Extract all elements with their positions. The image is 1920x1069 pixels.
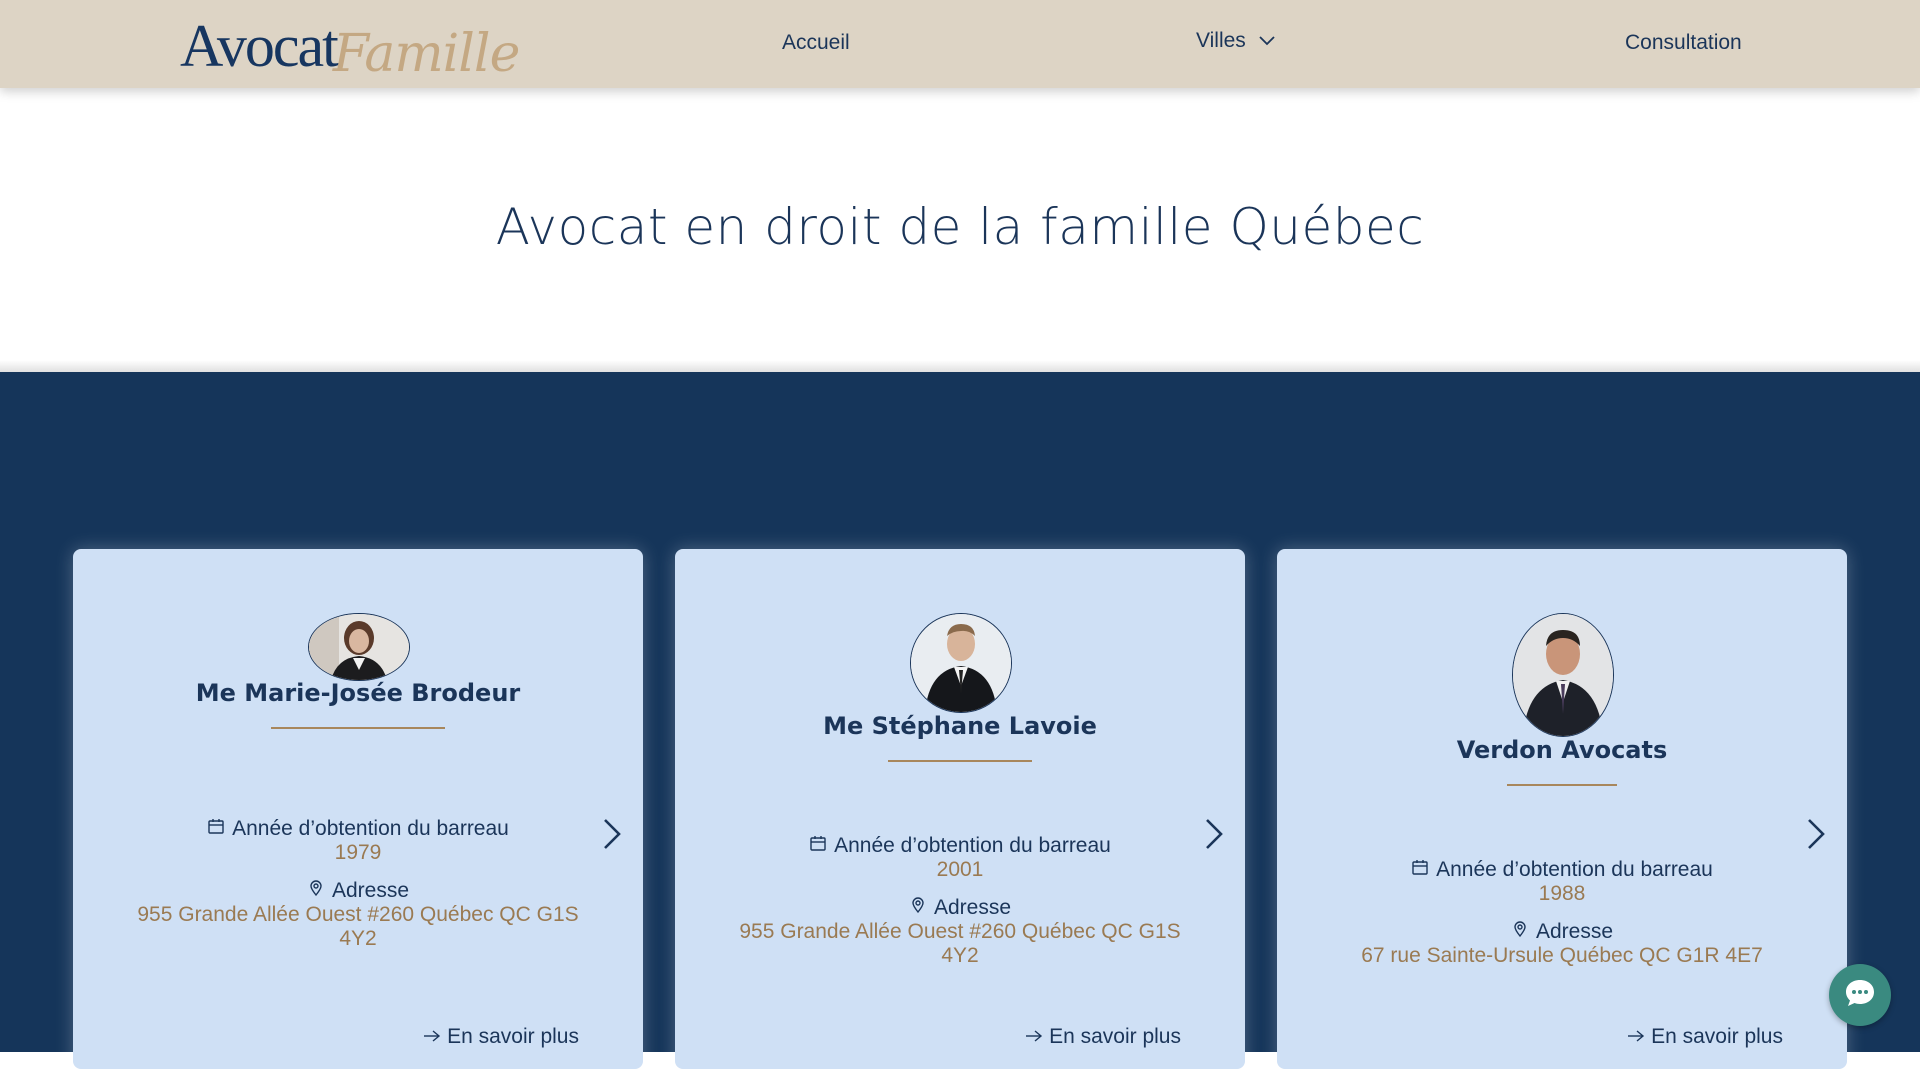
bar-year-value: 2001 (936, 858, 984, 881)
avatar (910, 613, 1012, 713)
location-pin-icon (1511, 920, 1529, 944)
address-label: Adresse (675, 896, 1245, 920)
address-info: Adresse 67 rue Sainte-Ursule Québec QC G… (1277, 920, 1847, 968)
divider (888, 760, 1032, 762)
bar-year-label: Année d’obtention du barreau (675, 834, 1245, 858)
avatar (308, 613, 410, 681)
location-pin-icon (307, 879, 325, 903)
lawyer-card: Verdon Avocats Année d’obtention du barr… (1277, 549, 1847, 1069)
address-line: 67 rue Sainte-Ursule Québec QC G1R 4E7 (1361, 944, 1763, 967)
address-info: Adresse 955 Grande Allée Ouest #260 Québ… (675, 896, 1245, 968)
lawyer-card: Me Marie-Josée Brodeur Année d’obtention… (73, 549, 643, 1069)
address-info: Adresse 955 Grande Allée Ouest #260 Québ… (73, 879, 643, 951)
avatar (1512, 613, 1614, 737)
logo[interactable]: Avocat Famille (180, 8, 521, 84)
bar-year-label: Année d’obtention du barreau (1277, 858, 1847, 882)
nav-cities-dropdown[interactable]: Villes (1196, 29, 1276, 53)
site-header: Avocat Famille Accueil Villes Consultati… (0, 0, 1920, 88)
lawyer-name: Me Stéphane Lavoie (823, 712, 1097, 740)
divider (271, 727, 445, 729)
learn-more-link[interactable]: En savoir plus (423, 1025, 579, 1049)
calendar-icon (809, 834, 827, 858)
arrow-right-icon (1025, 1025, 1043, 1049)
arrow-right-icon (1627, 1025, 1645, 1049)
chat-icon (1842, 975, 1878, 1016)
lawyer-name: Verdon Avocats (1456, 736, 1668, 764)
address-line: 4Y2 (941, 944, 979, 967)
bar-year-value: 1988 (1538, 882, 1586, 905)
lawyer-name: Me Marie-Josée Brodeur (195, 679, 521, 707)
section-shadow (0, 360, 1920, 372)
calendar-icon (1411, 858, 1429, 882)
address-line: 4Y2 (339, 927, 377, 950)
chevron-right-icon[interactable] (601, 817, 623, 851)
address-label: Adresse (73, 879, 643, 903)
learn-more-link[interactable]: En savoir plus (1025, 1025, 1181, 1049)
logo-text-avocat: Avocat (180, 13, 339, 79)
lawyer-card: Me Stéphane Lavoie Année d’obtention du … (675, 549, 1245, 1069)
bar-year-label: Année d’obtention du barreau (73, 817, 643, 841)
address-line: 955 Grande Allée Ouest #260 Québec QC G1… (739, 920, 1181, 943)
bar-year-info: Année d’obtention du barreau 2001 (675, 834, 1245, 882)
arrow-right-icon (423, 1025, 441, 1049)
bar-year-value: 1979 (334, 841, 382, 864)
nav-consultation[interactable]: Consultation (1625, 31, 1742, 55)
logo-text-famille: Famille (332, 24, 521, 84)
chevron-down-icon (1258, 29, 1276, 53)
address-line: 955 Grande Allée Ouest #260 Québec QC G1… (137, 903, 579, 926)
divider (1507, 784, 1617, 786)
bar-year-info: Année d’obtention du barreau 1979 (73, 817, 643, 865)
chevron-right-icon[interactable] (1805, 817, 1827, 851)
calendar-icon (207, 817, 225, 841)
nav-cities-label: Villes (1196, 29, 1246, 52)
nav-home[interactable]: Accueil (782, 31, 850, 55)
learn-more-link[interactable]: En savoir plus (1627, 1025, 1783, 1049)
address-label: Adresse (1277, 920, 1847, 944)
chevron-right-icon[interactable] (1203, 817, 1225, 851)
bar-year-info: Année d’obtention du barreau 1988 (1277, 858, 1847, 906)
chat-button[interactable] (1829, 964, 1891, 1026)
page-title: Avocat en droit de la famille Québec (495, 198, 1425, 256)
location-pin-icon (909, 896, 927, 920)
